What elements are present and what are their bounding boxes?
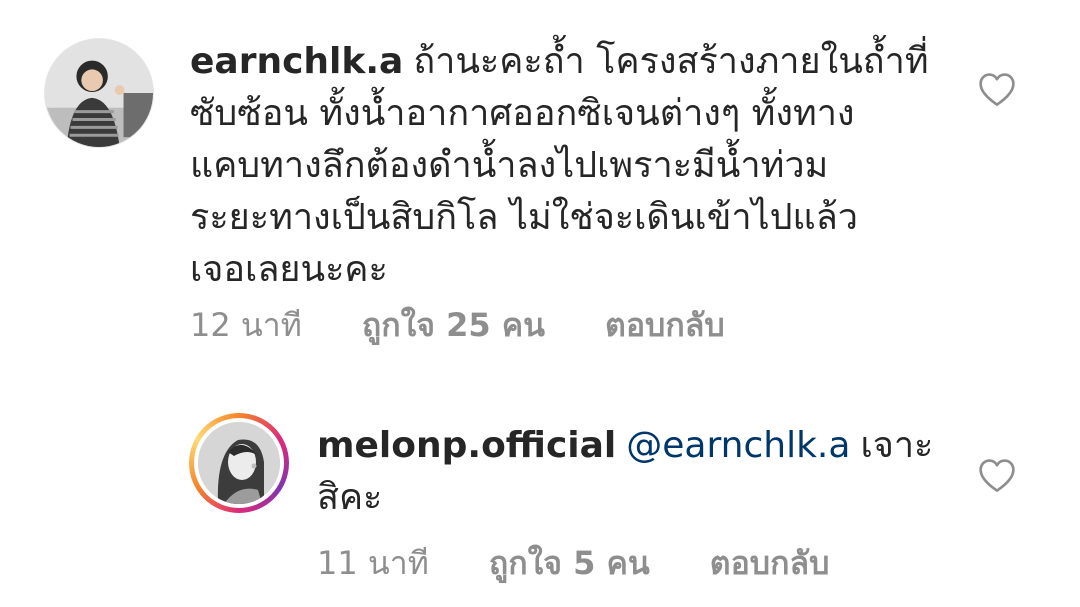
reply-text: melonp.official @earnchlk.a เจาะ สิคะ xyxy=(317,420,957,524)
comment-meta: 12 นาที ถูกใจ 25 คน ตอบกลับ xyxy=(190,300,725,351)
comment-username[interactable]: melonp.official xyxy=(317,425,616,466)
avatar-story-ring[interactable] xyxy=(189,413,289,513)
avatar[interactable] xyxy=(44,38,154,148)
comment-username[interactable]: earnchlk.a xyxy=(190,41,403,82)
comment-line: ระยะทางเป็นสิบกิโล ไม่ใช่จะเดินเข้าไปแล้… xyxy=(190,197,858,238)
comment-likes-count[interactable]: ถูกใจ 25 คน xyxy=(362,300,545,351)
heart-outline-icon[interactable] xyxy=(977,456,1017,496)
comment-line: ถ้านะคะถ้ำ โครงสร้างภายในถ้ำที่ xyxy=(413,41,929,82)
comment-text: earnchlk.a ถ้านะคะถ้ำ โครงสร้างภายในถ้ำที… xyxy=(190,36,950,296)
comment-timestamp: 11 นาที xyxy=(317,544,429,582)
comment-earnchlk: earnchlk.a ถ้านะคะถ้ำ โครงสร้างภายในถ้ำที… xyxy=(0,0,1080,380)
heart-outline-icon[interactable] xyxy=(977,70,1017,110)
comment-timestamp: 12 นาที xyxy=(190,306,302,344)
comment-line: แคบทางลึกต้องดำน้ำลงไปเพราะมีน้ำท่วม xyxy=(190,145,829,186)
comment-line: เจอเลยนะคะ xyxy=(190,249,388,290)
avatar-photo xyxy=(198,422,280,504)
comment-line: เจาะ xyxy=(860,425,934,466)
reply-button[interactable]: ตอบกลับ xyxy=(605,300,725,351)
avatar xyxy=(198,422,280,504)
comment-likes-count[interactable]: ถูกใจ 5 คน xyxy=(489,538,650,589)
reply-button[interactable]: ตอบกลับ xyxy=(710,538,830,589)
comment-line: ซับซ้อน ทั้งน้ำอากาศออกซิเจนต่างๆ ทั้งทา… xyxy=(190,93,855,134)
comment-line: สิคะ xyxy=(317,477,383,518)
mention-link[interactable]: @earnchlk.a xyxy=(626,425,850,466)
avatar-photo xyxy=(45,39,153,147)
comment-meta: 11 นาที ถูกใจ 5 คน ตอบกลับ xyxy=(317,538,829,589)
